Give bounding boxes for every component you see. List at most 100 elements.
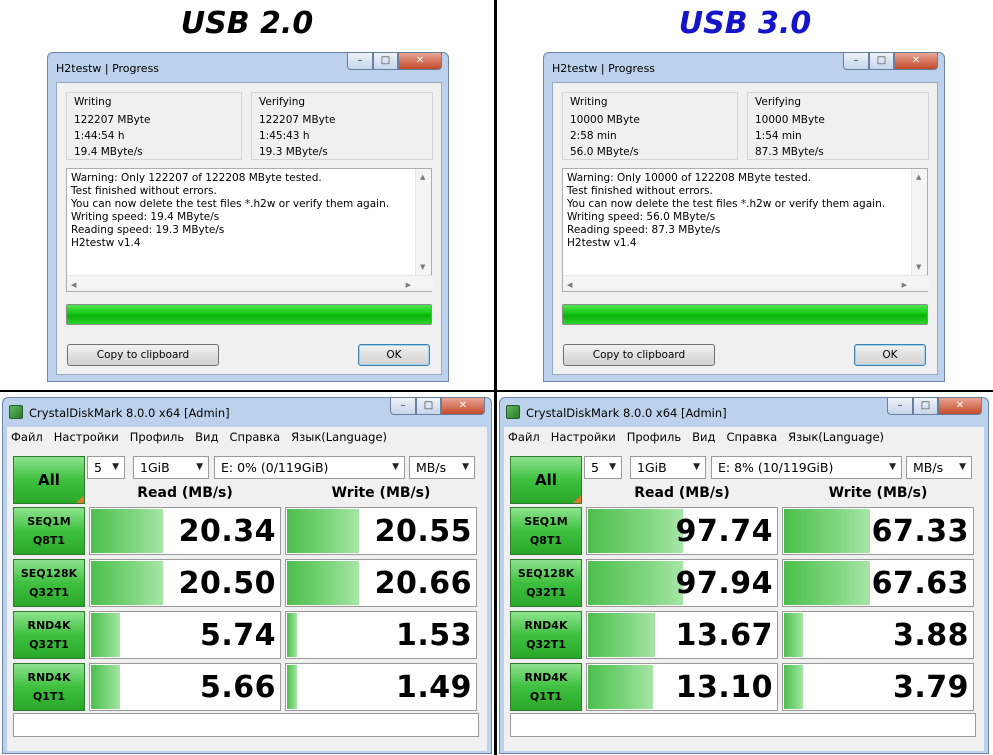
test-button[interactable]: RND4K Q32T1 bbox=[13, 611, 85, 659]
drive-select[interactable]: E: 0% (0/119GiB) ▼ bbox=[214, 456, 405, 479]
test-button[interactable]: RND4K Q1T1 bbox=[13, 663, 85, 711]
log-line: H2testw v1.4 bbox=[71, 237, 141, 249]
horizontal-scrollbar[interactable]: ◀ ▶ bbox=[67, 275, 433, 291]
scroll-down-icon[interactable]: ▼ bbox=[916, 261, 921, 274]
close-button[interactable]: ✕ bbox=[441, 397, 485, 415]
count-select[interactable]: 5 ▼ bbox=[87, 456, 125, 479]
menu-bar: Файл Настройки Профиль Вид Справка Язык(Langu… bbox=[7, 427, 487, 447]
test-button[interactable]: SEQ128K Q32T1 bbox=[13, 559, 85, 607]
scroll-right-icon[interactable]: ▶ bbox=[902, 279, 907, 292]
maximize-button[interactable]: □ bbox=[869, 52, 894, 70]
read-result-value: 5.66 bbox=[199, 670, 276, 705]
menu-item[interactable]: Профиль bbox=[126, 430, 188, 444]
scroll-up-icon[interactable]: ▲ bbox=[420, 171, 425, 184]
menu-item[interactable]: Язык(Language) bbox=[784, 430, 888, 444]
read-result-cell: 13.67 bbox=[586, 611, 778, 659]
chevron-down-icon[interactable]: ▼ bbox=[693, 457, 700, 478]
minimize-button[interactable]: – bbox=[390, 397, 416, 415]
progress-bar bbox=[66, 304, 432, 325]
log-textbox[interactable]: Warning: Only 122207 of 122208 MByte tes… bbox=[66, 168, 433, 292]
read-result-value: 5.74 bbox=[199, 618, 276, 653]
read-result-value: 13.10 bbox=[675, 670, 773, 705]
horizontal-divider bbox=[0, 390, 993, 392]
read-result-value: 97.74 bbox=[675, 514, 773, 549]
ok-button[interactable]: OK bbox=[358, 344, 430, 366]
scroll-left-icon[interactable]: ◀ bbox=[71, 279, 76, 292]
menu-item[interactable]: Настройки bbox=[50, 430, 123, 444]
drive-select[interactable]: E: 8% (10/119GiB) ▼ bbox=[711, 456, 902, 479]
size-select[interactable]: 1GiB ▼ bbox=[133, 456, 209, 479]
minimize-button[interactable]: – bbox=[843, 52, 869, 70]
write-result-bar bbox=[784, 509, 870, 553]
scroll-left-icon[interactable]: ◀ bbox=[567, 279, 572, 292]
writing-group: Writing 10000 MByte 2:58 min 56.0 MByte/s bbox=[562, 92, 738, 160]
maximize-button[interactable]: □ bbox=[416, 397, 441, 415]
log-line: Reading speed: 87.3 MByte/s bbox=[567, 224, 721, 236]
client-area: Writing 10000 MByte 2:58 min 56.0 MByte/s Ve… bbox=[552, 82, 938, 375]
menu-bar: Файл Настройки Профиль Вид Справка Язык(Langu… bbox=[504, 427, 984, 447]
chevron-down-icon[interactable]: ▼ bbox=[889, 457, 896, 478]
size-select[interactable]: 1GiB ▼ bbox=[630, 456, 706, 479]
maximize-button[interactable]: □ bbox=[913, 397, 938, 415]
write-result-bar bbox=[784, 665, 803, 709]
chevron-down-icon[interactable]: ▼ bbox=[462, 457, 469, 478]
unit-select-value: MB/s bbox=[913, 460, 944, 475]
client-area: All 5 ▼ 1GiB ▼ E: 0% (0/119GiB) ▼ MB/s ▼ Read (MB… bbox=[7, 447, 487, 751]
write-result-cell: 1.53 bbox=[285, 611, 477, 659]
ok-button[interactable]: OK bbox=[854, 344, 926, 366]
unit-select[interactable]: MB/s ▼ bbox=[409, 456, 475, 479]
copy-to-clipboard-button[interactable]: Copy to clipboard bbox=[67, 344, 219, 366]
window-title: H2testw | Progress bbox=[552, 62, 656, 75]
close-button[interactable]: ✕ bbox=[398, 52, 442, 70]
test-button[interactable]: RND4K Q1T1 bbox=[510, 663, 582, 711]
writing-speed: 56.0 MByte/s bbox=[570, 146, 639, 158]
menu-item[interactable]: Файл bbox=[504, 430, 544, 444]
menu-item[interactable]: Настройки bbox=[547, 430, 620, 444]
unit-select[interactable]: MB/s ▼ bbox=[906, 456, 972, 479]
comment-field[interactable] bbox=[13, 713, 479, 737]
menu-item[interactable]: Вид bbox=[191, 430, 222, 444]
all-button[interactable]: All bbox=[510, 456, 582, 504]
vertical-scrollbar[interactable]: ▲ ▼ bbox=[911, 169, 927, 276]
menu-item[interactable]: Профиль bbox=[623, 430, 685, 444]
write-result-bar bbox=[784, 613, 803, 657]
read-result-bar bbox=[91, 613, 120, 657]
h2testw-window-usb2: H2testw | Progress – □ ✕ Writing 122207 MByte… bbox=[47, 52, 449, 382]
log-textbox[interactable]: Warning: Only 10000 of 122208 MByte test… bbox=[562, 168, 929, 292]
scroll-right-icon[interactable]: ▶ bbox=[406, 279, 411, 292]
chevron-down-icon[interactable]: ▼ bbox=[112, 457, 119, 478]
minimize-button[interactable]: – bbox=[887, 397, 913, 415]
chevron-down-icon[interactable]: ▼ bbox=[196, 457, 203, 478]
read-result-cell: 5.66 bbox=[89, 663, 281, 711]
copy-to-clipboard-button[interactable]: Copy to clipboard bbox=[563, 344, 715, 366]
chevron-down-icon[interactable]: ▼ bbox=[609, 457, 616, 478]
writing-label: Writing bbox=[74, 96, 112, 108]
menu-item[interactable]: Файл bbox=[7, 430, 47, 444]
read-result-cell: 13.10 bbox=[586, 663, 778, 711]
count-select[interactable]: 5 ▼ bbox=[584, 456, 622, 479]
test-button[interactable]: SEQ1M Q8T1 bbox=[510, 507, 582, 555]
test-button[interactable]: RND4K Q32T1 bbox=[510, 611, 582, 659]
close-button[interactable]: ✕ bbox=[938, 397, 982, 415]
read-result-cell: 20.50 bbox=[89, 559, 281, 607]
menu-item[interactable]: Вид bbox=[688, 430, 719, 444]
chevron-down-icon[interactable]: ▼ bbox=[392, 457, 399, 478]
menu-item[interactable]: Справка bbox=[225, 430, 284, 444]
test-button[interactable]: SEQ1M Q8T1 bbox=[13, 507, 85, 555]
comment-field[interactable] bbox=[510, 713, 976, 737]
chevron-down-icon[interactable]: ▼ bbox=[959, 457, 966, 478]
scroll-down-icon[interactable]: ▼ bbox=[420, 261, 425, 274]
horizontal-scrollbar[interactable]: ◀ ▶ bbox=[563, 275, 929, 291]
minimize-button[interactable]: – bbox=[347, 52, 373, 70]
verifying-speed: 19.3 MByte/s bbox=[259, 146, 328, 158]
test-button[interactable]: SEQ128K Q32T1 bbox=[510, 559, 582, 607]
close-button[interactable]: ✕ bbox=[894, 52, 938, 70]
scroll-up-icon[interactable]: ▲ bbox=[916, 171, 921, 184]
maximize-button[interactable]: □ bbox=[373, 52, 398, 70]
menu-item[interactable]: Справка bbox=[722, 430, 781, 444]
write-result-value: 1.53 bbox=[395, 618, 472, 653]
menu-item[interactable]: Язык(Language) bbox=[287, 430, 391, 444]
write-result-value: 3.88 bbox=[892, 618, 969, 653]
vertical-scrollbar[interactable]: ▲ ▼ bbox=[415, 169, 431, 276]
all-button[interactable]: All bbox=[13, 456, 85, 504]
